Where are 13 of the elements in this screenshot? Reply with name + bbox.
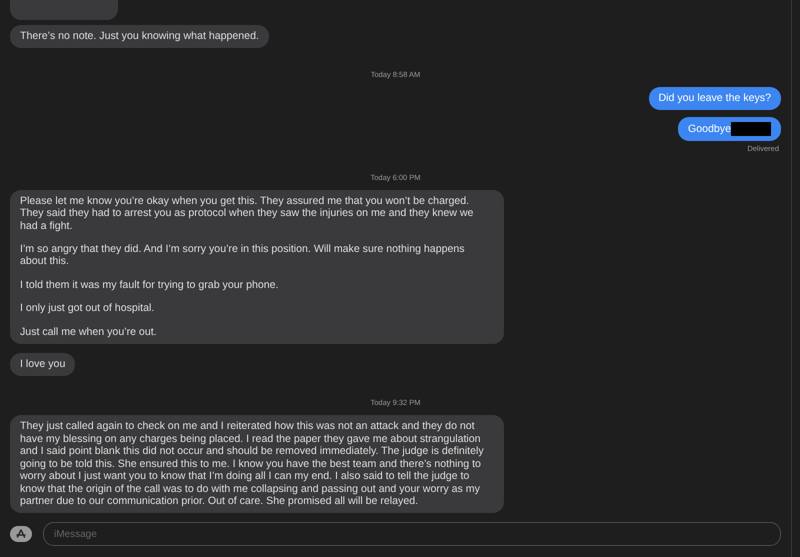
message-text: Did you leave the keys? [658, 92, 771, 105]
message-input-field[interactable]: iMessage [43, 522, 781, 546]
message-text: There’s no note. Just you knowing what happened. [20, 30, 259, 42]
message-text: I only just got out of hospital. [20, 302, 156, 315]
message-text: They just called again to check on me and I reiterated how this was not an attack and they do not have my blessing on any charges being placed. I read the paper they gave me about strangulation and I said point blank this did not occur and should be removed immediately. The judge is definitely going to be told this. She ensured this to me. I know you have the best team and there’s nothing to worry about I just want you to know that I’m doing all I can my end. I also said to tell the judge to know that the origin of the call was to do with me collapsing and passing out and your worry as my partner due to our communication prior. Out of care. She promised all will be relayed. [20, 420, 485, 508]
message-text: Just call me when you’re out. [20, 326, 158, 338]
message-text: Goodbye [688, 122, 731, 136]
message-text: I told them it was my fault for trying to grab your phone. [20, 278, 280, 292]
app-store-button[interactable] [10, 526, 32, 542]
message-text: I love you [20, 358, 66, 370]
message-text: Please let me know you’re okay when you get this. They assured me that you won’t be charged. They said they had to arrest you as protocol when they saw the injuries on me and they knew we had a fight. [20, 194, 474, 232]
app-store-icon [15, 528, 27, 540]
message-text: I’m so angry that they did. And I’m sorry you’re in this position. Will make sure nothing happens about this. [20, 243, 466, 268]
